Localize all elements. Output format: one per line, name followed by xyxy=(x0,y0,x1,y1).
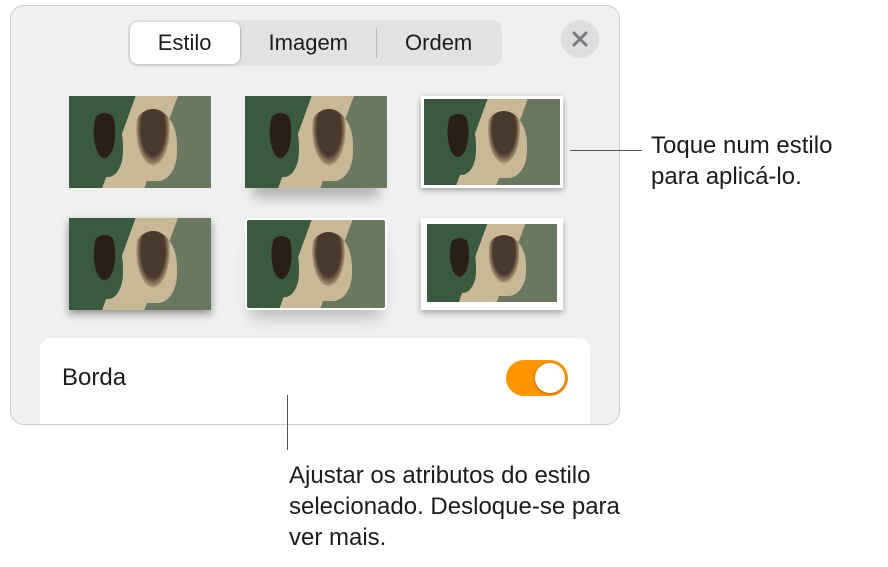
style-option-4[interactable] xyxy=(69,218,211,310)
callout-line xyxy=(570,150,642,151)
segmented-control: Estilo Imagem Ordem xyxy=(128,20,503,66)
border-label: Borda xyxy=(62,364,126,392)
close-icon xyxy=(572,31,588,47)
style-option-2[interactable] xyxy=(245,96,387,188)
style-option-1[interactable] xyxy=(69,96,211,188)
style-option-5[interactable] xyxy=(245,218,387,310)
border-toggle[interactable] xyxy=(506,360,568,396)
callout-tap-style: Toque num estilo para aplicá-lo. xyxy=(651,130,881,192)
callout-line xyxy=(287,395,288,450)
close-button[interactable] xyxy=(561,20,599,58)
tab-image[interactable]: Imagem xyxy=(241,22,376,64)
options-card: Borda xyxy=(39,337,591,424)
style-option-3[interactable] xyxy=(421,96,563,188)
toggle-knob xyxy=(535,363,565,393)
tab-style[interactable]: Estilo xyxy=(130,22,240,64)
tab-arrange[interactable]: Ordem xyxy=(377,22,500,64)
callout-adjust-attributes: Ajustar os atributos do estilo seleciona… xyxy=(289,460,649,554)
style-option-6[interactable] xyxy=(421,218,563,310)
tab-bar: Estilo Imagem Ordem xyxy=(11,6,619,76)
styles-grid xyxy=(11,76,619,340)
format-panel: Estilo Imagem Ordem Borda xyxy=(10,5,620,425)
